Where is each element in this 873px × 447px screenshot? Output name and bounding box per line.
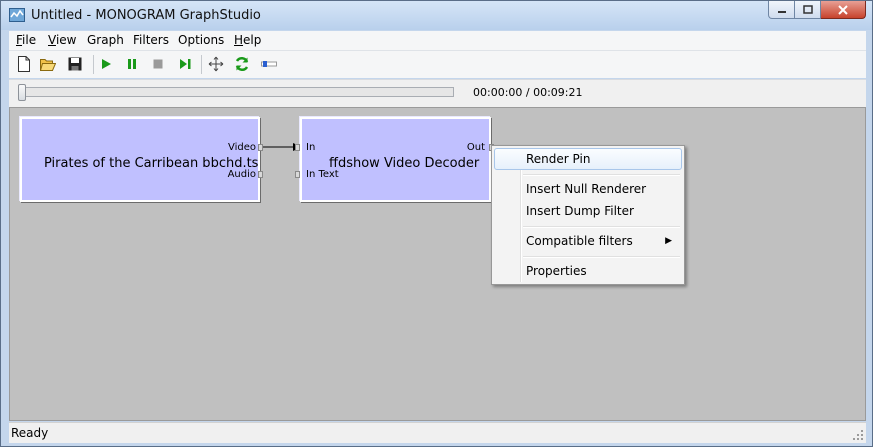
refresh-icon[interactable]	[234, 56, 250, 72]
pin-context-menu: Render Pin Insert Null Renderer Insert D…	[491, 145, 685, 285]
menu-item-insert-null-renderer[interactable]: Insert Null Renderer	[494, 178, 682, 200]
status-text: Ready	[11, 426, 49, 440]
arrange-icon[interactable]	[208, 56, 224, 72]
seek-slider-thumb[interactable]	[18, 84, 26, 101]
play-icon[interactable]	[98, 56, 114, 72]
resize-grip-icon[interactable]	[852, 429, 864, 441]
menu-item-render-pin[interactable]: Render Pin	[494, 148, 682, 170]
time-display: 00:00:00 / 00:09:21	[473, 86, 583, 99]
toolbar-separator	[93, 55, 94, 74]
pin-label-in: In	[306, 142, 316, 153]
minimize-icon	[777, 10, 786, 13]
graphstudio-app-icon	[9, 8, 25, 22]
menu-item-insert-dump-filter[interactable]: Insert Dump Filter	[494, 200, 682, 222]
close-icon	[838, 4, 848, 15]
filter-source[interactable]: Pirates of the Carribean bbchd.ts Video …	[20, 117, 260, 202]
pin-label-out: Out	[466, 142, 485, 153]
filter-name: ffdshow Video Decoder	[329, 156, 480, 171]
save-disk-icon[interactable]	[67, 56, 83, 72]
menu-filters[interactable]: Filters	[133, 33, 169, 47]
pause-icon[interactable]	[124, 56, 140, 72]
window-controls	[768, 1, 866, 20]
seek-mode-icon[interactable]	[261, 56, 277, 72]
pin-label-video: Video	[227, 142, 256, 153]
minimize-button[interactable]	[768, 1, 795, 19]
graph-canvas[interactable]: Pirates of the Carribean bbchd.ts Video …	[9, 107, 866, 421]
input-pin-in-text[interactable]	[295, 171, 300, 178]
open-folder-icon[interactable]	[40, 56, 56, 72]
status-bar: Ready	[9, 422, 866, 443]
pin-label-audio: Audio	[227, 169, 256, 180]
input-pin-in[interactable]	[295, 144, 300, 151]
toolbar	[9, 51, 866, 78]
menu-separator	[523, 226, 680, 228]
new-document-icon[interactable]	[16, 56, 32, 72]
maximize-icon	[802, 5, 813, 14]
submenu-arrow-icon: ▶	[665, 236, 672, 246]
window-title: Untitled - MONOGRAM GraphStudio	[31, 8, 261, 23]
menu-separator	[523, 174, 680, 176]
seek-bar: 00:00:00 / 00:09:21	[9, 79, 866, 107]
pin-label-in-text: In Text	[306, 169, 339, 180]
menu-bar: File View Graph Filters Options Help	[9, 31, 866, 51]
filter-decoder[interactable]: ffdshow Video Decoder In In Text Out	[300, 117, 491, 202]
menu-item-compatible-filters[interactable]: Compatible filters ▶	[494, 230, 682, 252]
menu-item-properties[interactable]: Properties	[494, 260, 682, 282]
filter-name: Pirates of the Carribean bbchd.ts	[44, 156, 259, 171]
step-frame-icon[interactable]	[177, 56, 193, 72]
menu-graph[interactable]: Graph	[87, 33, 124, 47]
output-pin-video[interactable]	[258, 144, 263, 151]
title-bar[interactable]: Untitled - MONOGRAM GraphStudio	[1, 1, 872, 30]
app-window: Untitled - MONOGRAM GraphStudio File Vie…	[0, 0, 873, 447]
maximize-button[interactable]	[795, 1, 821, 19]
output-pin-audio[interactable]	[258, 171, 263, 178]
stop-icon[interactable]	[150, 56, 166, 72]
menu-file[interactable]: File	[16, 33, 36, 47]
close-button[interactable]	[821, 1, 866, 19]
seek-track[interactable]	[19, 87, 454, 97]
menu-help[interactable]: Help	[234, 33, 261, 47]
menu-separator	[523, 256, 680, 258]
menu-options[interactable]: Options	[178, 33, 224, 47]
toolbar-separator	[201, 55, 202, 74]
menu-view[interactable]: View	[48, 33, 76, 47]
